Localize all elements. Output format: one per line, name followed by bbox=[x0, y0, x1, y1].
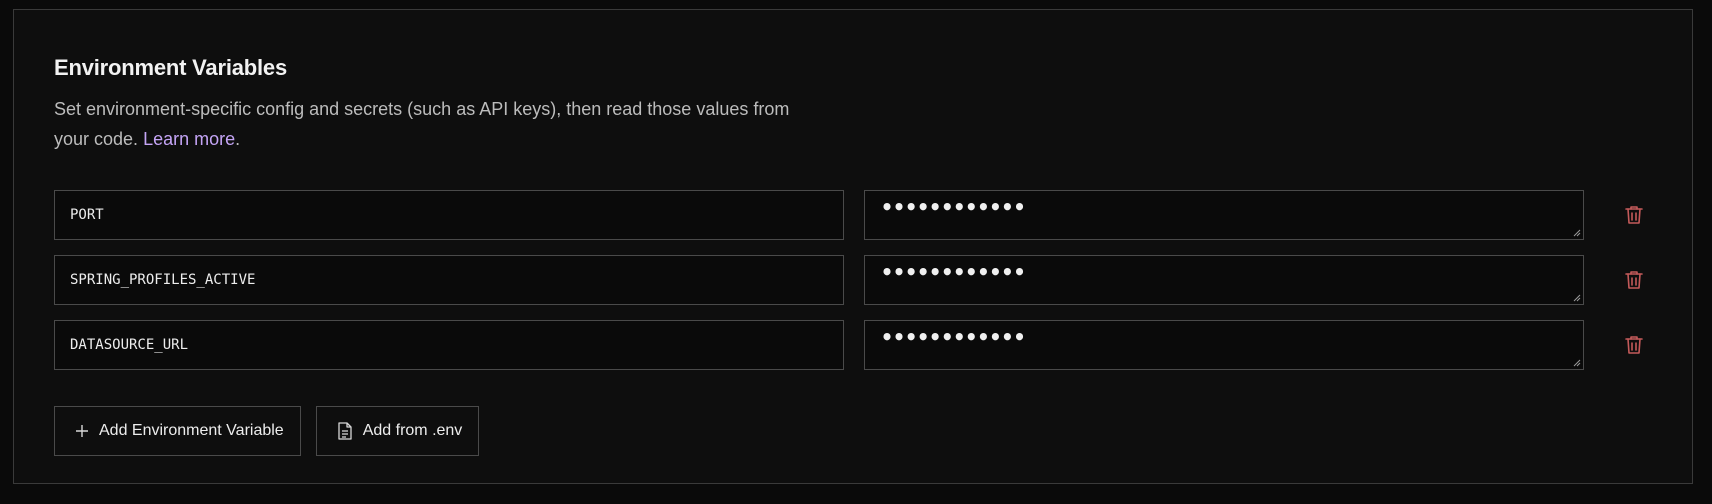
env-value-input[interactable]: •••••••••••• bbox=[864, 190, 1584, 240]
trash-icon[interactable] bbox=[1622, 268, 1646, 292]
resize-grip-icon[interactable] bbox=[1573, 229, 1581, 237]
add-from-env-label: Add from .env bbox=[362, 422, 463, 439]
env-value-input[interactable]: •••••••••••• bbox=[864, 255, 1584, 305]
add-environment-variable-button[interactable]: Add Environment Variable bbox=[54, 406, 301, 456]
add-environment-variable-label: Add Environment Variable bbox=[99, 422, 284, 439]
file-icon bbox=[337, 422, 353, 440]
plus-icon bbox=[75, 424, 89, 438]
env-key-input[interactable] bbox=[54, 320, 844, 370]
env-key-input[interactable] bbox=[54, 255, 844, 305]
resize-grip-icon[interactable] bbox=[1573, 294, 1581, 302]
env-value-masked: •••••••••••• bbox=[881, 260, 1026, 284]
trash-icon[interactable] bbox=[1622, 333, 1646, 357]
resize-grip-icon[interactable] bbox=[1573, 359, 1581, 367]
env-value-input[interactable]: •••••••••••• bbox=[864, 320, 1584, 370]
description-period: . bbox=[235, 129, 241, 149]
section-description: Set environment-specific config and secr… bbox=[54, 94, 814, 154]
env-actions: Add Environment Variable Add from .env bbox=[54, 406, 480, 456]
env-key-input[interactable] bbox=[54, 190, 844, 240]
add-from-env-button[interactable]: Add from .env bbox=[315, 406, 480, 456]
trash-icon[interactable] bbox=[1622, 203, 1646, 227]
section-title: Environment Variables bbox=[54, 55, 287, 80]
env-value-masked: •••••••••••• bbox=[881, 325, 1026, 349]
env-value-masked: •••••••••••• bbox=[881, 195, 1026, 219]
environment-variables-panel: Environment Variables Set environment-sp… bbox=[13, 9, 1693, 484]
learn-more-link[interactable]: Learn more bbox=[143, 129, 235, 149]
